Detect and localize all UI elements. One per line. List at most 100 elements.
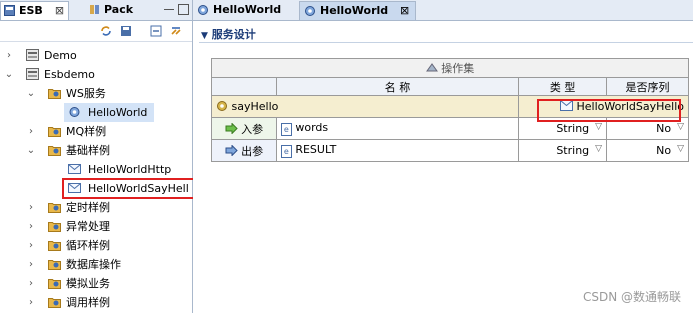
folder-gear-icon bbox=[48, 222, 61, 232]
navigator-toolbar bbox=[0, 21, 192, 42]
tree-item-esbdemo[interactable]: ⌄ Esbdemo bbox=[0, 65, 192, 84]
chevron-right-icon[interactable]: › bbox=[4, 46, 14, 65]
param-dir-in[interactable]: 入参 bbox=[211, 117, 277, 140]
param-seq: No bbox=[656, 122, 672, 135]
tree-item-ws-service[interactable]: ⌄ WS服务 bbox=[0, 84, 192, 103]
dropdown-arrow-icon[interactable]: ▽ bbox=[595, 122, 602, 132]
navigator-pane: ESB ⊠ Pack › Demo ⌄ Esbdemo ⌄ WS服务 Hello… bbox=[0, 0, 195, 313]
chevron-right-icon[interactable]: › bbox=[26, 217, 36, 236]
tree-item-label: WS服务 bbox=[66, 87, 106, 100]
param-name-cell[interactable]: e RESULT bbox=[275, 139, 520, 162]
tab-label: Pack bbox=[104, 3, 134, 16]
divider bbox=[199, 42, 693, 43]
tree-item-label: HelloWorld bbox=[88, 106, 148, 119]
tree-item-simulate[interactable]: › 模拟业务 bbox=[0, 274, 192, 293]
gear-icon bbox=[305, 6, 315, 16]
close-icon[interactable]: ⊠ bbox=[400, 4, 409, 17]
minimize-icon[interactable] bbox=[164, 9, 174, 11]
folder-gear-icon bbox=[48, 127, 61, 137]
highlight-box bbox=[537, 99, 681, 122]
editor-tabbar: HelloWorld HelloWorld ⊠ bbox=[193, 0, 693, 21]
dropdown-arrow-icon[interactable]: ▽ bbox=[677, 122, 684, 132]
esb-icon bbox=[4, 5, 15, 16]
dropdown-arrow-icon[interactable]: ▽ bbox=[677, 144, 684, 154]
chevron-right-icon[interactable]: › bbox=[26, 198, 36, 217]
tree-item-label: MQ样例 bbox=[66, 125, 107, 138]
chevron-right-icon[interactable]: › bbox=[26, 236, 36, 255]
element-icon: e bbox=[280, 145, 292, 158]
header-seq: 是否序列 bbox=[606, 77, 689, 96]
navigator-tabbar: ESB ⊠ Pack bbox=[0, 0, 192, 21]
watermark: CSDN @数通畅联 bbox=[582, 290, 681, 304]
section-header[interactable]: ▼ 服务设计 bbox=[201, 26, 256, 42]
folder-gear-icon bbox=[48, 241, 61, 251]
param-type: String bbox=[556, 144, 590, 157]
table-caption: 操作集 bbox=[211, 58, 689, 78]
project-icon bbox=[26, 68, 39, 80]
tree-item-label: Esbdemo bbox=[44, 68, 95, 81]
tree-item-label: HelloWorldHttp bbox=[88, 163, 172, 176]
param-dir-label: 入参 bbox=[241, 122, 264, 136]
tree-item-basic[interactable]: ⌄ 基础样例 bbox=[0, 141, 192, 160]
param-row[interactable]: 出参 e RESULT String ▽ No ▽ bbox=[211, 139, 689, 162]
chevron-down-icon[interactable]: ▼ bbox=[201, 31, 208, 41]
chevron-down-icon[interactable]: ⌄ bbox=[26, 84, 36, 103]
method-name: sayHello bbox=[231, 100, 279, 113]
tab-esb[interactable]: ESB ⊠ bbox=[0, 1, 70, 20]
tree-item-exception[interactable]: › 异常处理 bbox=[0, 217, 192, 236]
tree-item-helloworld[interactable]: HelloWorld bbox=[64, 103, 154, 122]
param-dir-out[interactable]: 出参 bbox=[211, 139, 277, 162]
editor-pane: HelloWorld HelloWorld ⊠ ▼ 服务设计 操作集 名 称 类… bbox=[193, 0, 693, 313]
param-seq-cell[interactable]: No ▽ bbox=[606, 139, 689, 162]
tree-item-label: Demo bbox=[44, 49, 77, 62]
element-icon: e bbox=[280, 123, 292, 136]
param-seq: No bbox=[656, 144, 672, 157]
tab-helloworld-1[interactable]: HelloWorld bbox=[193, 1, 287, 19]
chevron-right-icon[interactable]: › bbox=[26, 293, 36, 312]
param-name: RESULT bbox=[295, 143, 337, 156]
tree-item-database[interactable]: › 数据库操作 bbox=[0, 255, 192, 274]
method-name-cell[interactable]: sayHello bbox=[210, 95, 520, 118]
tree-item-label: 模拟业务 bbox=[66, 277, 110, 290]
caption-text: 操作集 bbox=[441, 62, 475, 75]
chevron-right-icon[interactable]: › bbox=[26, 274, 36, 293]
tab-helloworld-2[interactable]: HelloWorld ⊠ bbox=[299, 1, 417, 20]
tree-item-label: 异常处理 bbox=[66, 220, 110, 233]
chevron-down-icon[interactable]: ⌄ bbox=[26, 141, 36, 160]
project-icon bbox=[26, 49, 39, 61]
highlight-box bbox=[62, 178, 195, 199]
maximize-icon[interactable] bbox=[178, 4, 189, 15]
param-name-cell[interactable]: e words bbox=[275, 117, 520, 140]
param-type: String bbox=[556, 122, 590, 135]
tree-item-loop[interactable]: › 循环样例 bbox=[0, 236, 192, 255]
save-icon[interactable] bbox=[120, 25, 132, 37]
section-title: 服务设计 bbox=[211, 28, 256, 41]
tab-label: HelloWorld bbox=[213, 3, 282, 16]
package-icon bbox=[90, 5, 99, 14]
close-icon[interactable]: ⊠ bbox=[55, 4, 64, 17]
tree-item-invoke[interactable]: › 调用样例 bbox=[0, 293, 192, 312]
tab-pack[interactable]: Pack bbox=[86, 1, 137, 19]
header-spacer bbox=[211, 77, 277, 96]
tab-label: HelloWorld bbox=[320, 4, 389, 17]
tree-item-timer[interactable]: › 定时样例 bbox=[0, 198, 192, 217]
arrow-out-icon bbox=[225, 143, 238, 157]
folder-gear-icon bbox=[48, 298, 61, 308]
tree-item-mq[interactable]: › MQ样例 bbox=[0, 122, 192, 141]
folder-gear-icon bbox=[48, 146, 61, 156]
collapse-all-icon[interactable] bbox=[150, 25, 162, 37]
chevron-down-icon[interactable]: ⌄ bbox=[4, 65, 14, 84]
chevron-right-icon[interactable]: › bbox=[26, 122, 36, 141]
sync-icon[interactable] bbox=[100, 25, 112, 37]
folder-gear-icon bbox=[48, 89, 61, 99]
tree-item-demo[interactable]: › Demo bbox=[0, 46, 192, 65]
tree-item-helloworldhttp[interactable]: HelloWorldHttp bbox=[0, 160, 192, 179]
header-type: 类 型 bbox=[518, 77, 608, 96]
envelope-icon bbox=[68, 164, 81, 174]
param-type-cell[interactable]: String ▽ bbox=[518, 139, 608, 162]
chevron-right-icon[interactable]: › bbox=[26, 255, 36, 274]
folder-gear-icon bbox=[48, 203, 61, 213]
param-dir-label: 出参 bbox=[241, 144, 264, 158]
link-editor-icon[interactable] bbox=[170, 25, 182, 37]
dropdown-arrow-icon[interactable]: ▽ bbox=[595, 144, 602, 154]
